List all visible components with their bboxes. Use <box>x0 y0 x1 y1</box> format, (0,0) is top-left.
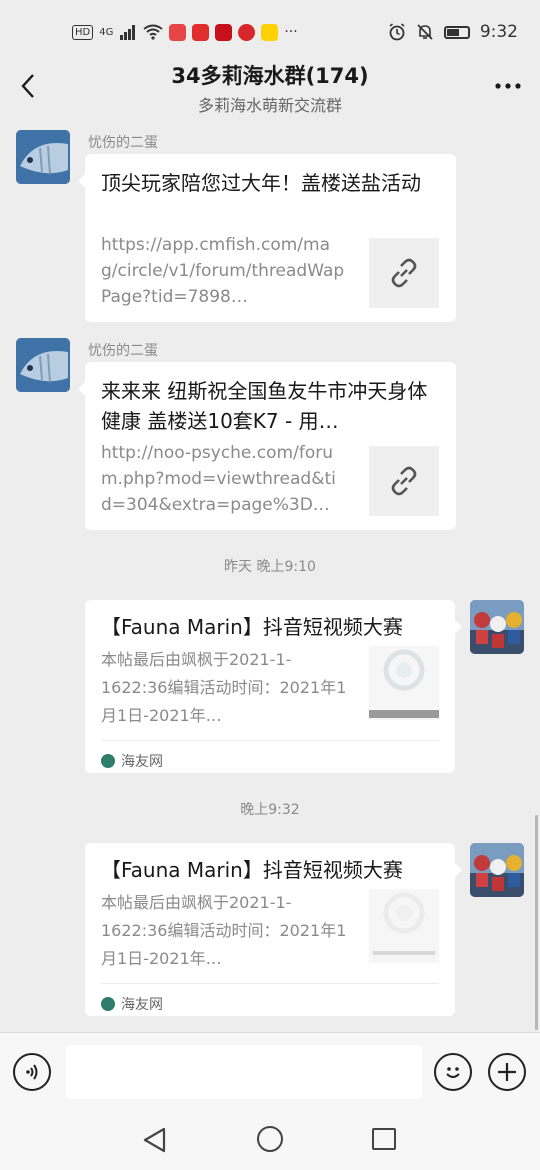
link-card-title: 顶尖玩家陪您过大年！盖楼送盐活动 <box>101 171 421 195</box>
input-bar <box>0 1032 540 1112</box>
meituan-icon <box>261 23 279 41</box>
source-logo-icon <box>101 997 115 1011</box>
voice-icon <box>26 1064 38 1080</box>
emoji-button[interactable] <box>434 1053 472 1091</box>
link-icon <box>391 466 417 496</box>
more-notifications: ··· <box>284 24 298 40</box>
app-notify-icon-1 <box>169 23 187 41</box>
app-notify-icon-2 <box>192 23 210 41</box>
nav-recent-icon[interactable] <box>372 1128 396 1150</box>
signal-icon <box>120 25 136 40</box>
shared-article-card[interactable]: 【Fauna Marin】抖音短视频大赛 本帖最后由飒枫于2021-1-1622… <box>85 843 462 1016</box>
my-avatar[interactable] <box>470 843 524 897</box>
nav-home-icon[interactable] <box>257 1126 283 1152</box>
clock: 9:32 <box>479 22 518 42</box>
link-card[interactable]: 来来来 纽斯祝全国鱼友牛市冲天身体健康 盖楼送10套K7 - 用… http:/… <box>78 362 456 530</box>
avatar[interactable] <box>16 130 70 184</box>
group-photo-avatar-icon <box>470 843 524 897</box>
chat-title: 34多莉海水群(174) <box>171 64 369 88</box>
group-photo-avatar-icon <box>470 600 524 654</box>
link-card-url: http://noo-psyche.com/forum.php?mod=view… <box>101 443 336 515</box>
app-notify-icon-4 <box>238 23 256 41</box>
system-nav-bar <box>0 1112 540 1170</box>
mute-icon <box>417 24 433 40</box>
chat-subtitle: 多莉海水萌新交流群 <box>197 96 342 115</box>
avatar[interactable] <box>16 338 70 392</box>
bubble-tail <box>455 620 462 634</box>
link-icon <box>391 258 417 288</box>
source-name: 海友网 <box>121 997 163 1013</box>
network-type: 4G <box>99 26 114 38</box>
article-source: 海友网 <box>101 740 439 771</box>
scrollbar[interactable] <box>535 815 538 1030</box>
chat-header: 34多莉海水群(174) 多莉海水萌新交流群 <box>0 54 540 120</box>
bubble-tail <box>78 174 85 188</box>
more-actions-button[interactable] <box>488 1053 526 1091</box>
more-icon <box>495 83 521 89</box>
battery-icon <box>443 25 470 39</box>
article-description: 本帖最后由飒枫于2021-1-1622:36编辑活动时间：2021年1月1日-2… <box>101 650 347 725</box>
wifi-icon <box>143 24 163 40</box>
plus-icon <box>498 1063 516 1081</box>
sender-name: 忧伤的二蛋 <box>88 343 158 359</box>
bubble-tail <box>78 382 85 396</box>
thumbnail-image <box>373 892 435 955</box>
alarm-icon <box>389 23 405 41</box>
more-options-button[interactable] <box>488 70 528 102</box>
emoji-icon <box>446 1067 460 1078</box>
link-card[interactable]: 顶尖玩家陪您过大年！盖楼送盐活动 https://app.cmfish.com/… <box>78 154 456 322</box>
timestamp: 晚上9:32 <box>240 802 300 818</box>
my-avatar[interactable] <box>470 600 524 654</box>
article-thumbnail <box>369 889 439 963</box>
nav-back-icon[interactable] <box>142 1126 168 1154</box>
article-source: 海友网 <box>101 983 439 1014</box>
article-description: 本帖最后由飒枫于2021-1-1622:36编辑活动时间：2021年1月1日-2… <box>101 893 347 968</box>
article-thumbnail <box>369 646 439 720</box>
bubble-tail <box>455 863 462 877</box>
message-input[interactable] <box>66 1045 422 1099</box>
article-title: 【Fauna Marin】抖音短视频大赛 <box>101 858 403 882</box>
hd-badge: HD <box>72 24 94 40</box>
link-card-url: https://app.cmfish.com/mag/circle/v1/for… <box>101 235 345 307</box>
voice-button[interactable] <box>13 1053 51 1091</box>
link-thumbnail <box>369 238 439 308</box>
source-logo-icon <box>101 754 115 768</box>
article-title: 【Fauna Marin】抖音短视频大赛 <box>101 615 403 639</box>
shared-article-card[interactable]: 【Fauna Marin】抖音短视频大赛 本帖最后由飒枫于2021-1-1622… <box>85 600 462 773</box>
fish-avatar-icon <box>16 338 70 392</box>
source-name: 海友网 <box>121 754 163 770</box>
fish-avatar-icon <box>16 130 70 184</box>
link-thumbnail <box>369 446 439 516</box>
timestamp: 昨天 晚上9:10 <box>224 559 316 575</box>
thumbnail-image <box>369 649 439 718</box>
link-card-title: 来来来 纽斯祝全国鱼友牛市冲天身体健康 盖楼送10套K7 - 用… <box>101 379 428 433</box>
sender-name: 忧伤的二蛋 <box>88 135 158 151</box>
app-notify-icon-3 <box>215 23 233 41</box>
